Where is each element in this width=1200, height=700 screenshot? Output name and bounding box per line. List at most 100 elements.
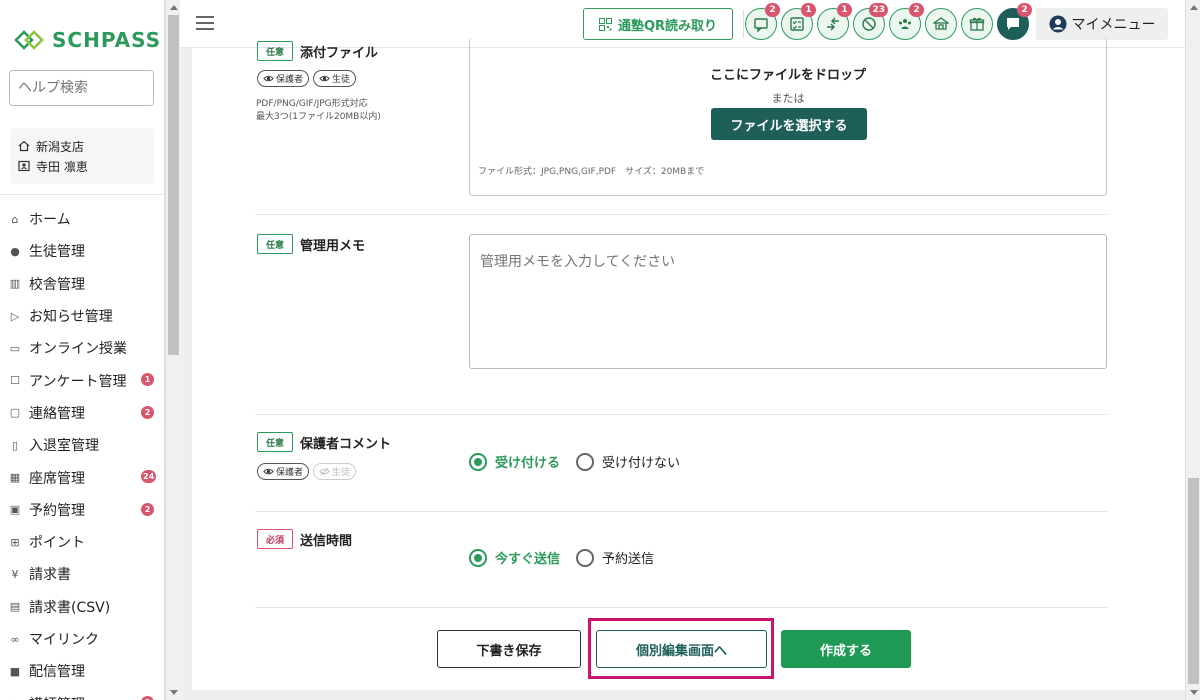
row-divider bbox=[255, 214, 1107, 215]
sidebar-item-4[interactable]: ▭ オンライン授業 bbox=[0, 332, 164, 364]
calendar-icon: ▣ bbox=[9, 503, 21, 517]
notification-badge: 1 bbox=[801, 3, 816, 17]
gift-icon: ⊞ bbox=[10, 535, 20, 549]
header-separator bbox=[743, 10, 744, 38]
monitor-icon: ▭ bbox=[9, 341, 21, 355]
student-pill-disabled: 生徒 bbox=[313, 463, 357, 480]
save-draft-button[interactable]: 下書き保存 bbox=[437, 630, 581, 668]
qr-icon bbox=[598, 17, 612, 31]
sidebar-item-0[interactable]: ⌂ ホーム bbox=[0, 203, 164, 235]
my-menu-button[interactable]: マイメニュー bbox=[1036, 8, 1168, 40]
scroll-up-arrow[interactable] bbox=[170, 5, 178, 10]
sidebar-item-label: 配信管理 bbox=[29, 664, 85, 681]
seat-icon: ▦ bbox=[9, 471, 21, 485]
sidebar-nav: ⌂ ホーム ● 生徒管理 ▥ 校舎管理 ▷ お知らせ管理 ▭ オンライン授業 ☐ アンケート管理 1 ▢ 連… bbox=[0, 203, 164, 700]
reject-comment-radio[interactable]: 受け付けない bbox=[576, 452, 680, 471]
scroll-up-arrow[interactable] bbox=[1190, 5, 1198, 10]
sidebar-item-13[interactable]: ∞ マイリンク bbox=[0, 623, 164, 655]
sidebar-item-5[interactable]: ☐ アンケート管理 1 bbox=[0, 364, 164, 396]
chat-bubble-icon[interactable]: 2 bbox=[997, 3, 1032, 40]
sidebar-item-3[interactable]: ▷ お知らせ管理 bbox=[0, 300, 164, 332]
user-name: 寺田 凛恵 bbox=[36, 159, 88, 174]
scrollbar-thumb[interactable] bbox=[1188, 478, 1199, 684]
create-button[interactable]: 作成する bbox=[781, 630, 911, 668]
send-time-label: 必須 送信時間 bbox=[257, 529, 352, 549]
gift-icon[interactable] bbox=[961, 8, 993, 40]
sidebar-item-label: ポイント bbox=[29, 535, 85, 552]
notification-badge: 23 bbox=[869, 3, 888, 17]
user-box: 新潟支店 寺田 凛恵 bbox=[10, 128, 154, 184]
account-icon bbox=[1049, 15, 1066, 33]
drop-or: または bbox=[771, 92, 805, 105]
sidebar-item-14[interactable]: ■ 配信管理 bbox=[0, 655, 164, 687]
logo-text: SCHPASS bbox=[52, 28, 162, 52]
logo[interactable]: SCHPASS bbox=[0, 0, 164, 56]
sidebar-item-2[interactable]: ▥ 校舎管理 bbox=[0, 268, 164, 300]
optional-tag: 任意 bbox=[257, 41, 293, 61]
attachment-note: PDF/PNG/GIF/JPG形式対応 最大3つ(1ファイル20MB以内) bbox=[256, 99, 381, 122]
menu-toggle-icon[interactable] bbox=[196, 16, 214, 30]
select-file-button[interactable]: ファイルを選択する bbox=[711, 108, 867, 140]
scroll-down-arrow[interactable] bbox=[170, 690, 178, 695]
scroll-down-arrow[interactable] bbox=[1190, 690, 1198, 695]
file-dropzone[interactable]: ここにファイルをドロップ または ファイルを選択する ファイル形式：JPG,PN… bbox=[469, 38, 1107, 196]
sidebar-item-6[interactable]: ▢ 連絡管理 2 bbox=[0, 397, 164, 429]
delivery-icon: ■ bbox=[9, 664, 21, 678]
eye-icon bbox=[263, 468, 274, 475]
sidebar-item-7[interactable]: ▯ 入退室管理 bbox=[0, 429, 164, 461]
sidebar-item-11[interactable]: ¥ 請求書 bbox=[0, 558, 164, 590]
home-icon: ⌂ bbox=[11, 212, 19, 226]
guardian-pill: 保護者 bbox=[257, 463, 310, 480]
sidebar-scrollbar[interactable] bbox=[165, 0, 180, 700]
scrollbar-thumb[interactable] bbox=[168, 15, 179, 355]
count-badge: 1 bbox=[141, 373, 154, 387]
sidebar-item-15[interactable]: ◆ 講師管理 2 bbox=[0, 687, 164, 700]
individual-edit-button[interactable]: 個別編集画面へ bbox=[596, 630, 767, 668]
optional-tag: 任意 bbox=[257, 432, 293, 452]
send-now-radio[interactable]: 今すぐ送信 bbox=[469, 548, 560, 567]
sidebar-item-1[interactable]: ● 生徒管理 bbox=[0, 235, 164, 267]
absence-icon[interactable]: 23 bbox=[853, 3, 888, 40]
guardian-comment-options: 受け付ける 受け付けない bbox=[469, 452, 696, 471]
yen-icon: ¥ bbox=[11, 567, 19, 581]
qr-scan-label: 通塾QR読み取り bbox=[617, 18, 718, 34]
my-menu-label: マイメニュー bbox=[1071, 17, 1156, 33]
row-divider bbox=[255, 607, 1107, 608]
qr-scan-button[interactable]: 通塾QR読み取り bbox=[583, 8, 733, 40]
logo-mark-icon bbox=[14, 30, 44, 50]
sidebar-item-label: 請求書 bbox=[29, 567, 71, 584]
sidebar-item-label: 請求書(CSV) bbox=[29, 599, 111, 616]
sidebar-item-label: オンライン授業 bbox=[29, 341, 127, 358]
accept-comment-radio[interactable]: 受け付ける bbox=[469, 452, 560, 471]
sidebar-item-10[interactable]: ⊞ ポイント bbox=[0, 526, 164, 558]
optional-tag: 任意 bbox=[257, 234, 293, 254]
sidebar-item-label: 入退室管理 bbox=[29, 438, 99, 455]
message-icon[interactable]: 2 bbox=[745, 3, 780, 40]
memo-textarea[interactable] bbox=[469, 234, 1107, 369]
guardian-comment-title: 保護者コメント bbox=[300, 436, 392, 452]
checklist-icon[interactable]: 1 bbox=[781, 3, 816, 40]
group-icon[interactable]: 2 bbox=[889, 3, 924, 40]
home-icon bbox=[18, 140, 30, 152]
help-search-input[interactable] bbox=[9, 70, 154, 106]
sidebar-item-12[interactable]: ▤ 請求書(CSV) bbox=[0, 591, 164, 623]
sidebar: SCHPASS 新潟支店 寺田 凛恵 ⌂ ホーム ● 生徒管理 ▥ 校舎管理 ▷ お知らせ管理… bbox=[0, 0, 165, 700]
sidebar-item-label: 校舎管理 bbox=[29, 276, 85, 293]
sidebar-item-label: 講師管理 bbox=[29, 694, 85, 700]
guardian-comment-visibility: 保護者 生徒 bbox=[257, 463, 357, 480]
memo-label: 任意 管理用メモ bbox=[257, 234, 365, 254]
branch-row: 新潟支店 bbox=[18, 136, 146, 156]
school-icon[interactable] bbox=[925, 8, 957, 40]
sidebar-item-label: 連絡管理 bbox=[29, 405, 85, 422]
memo-title: 管理用メモ bbox=[300, 238, 366, 254]
sidebar-item-8[interactable]: ▦ 座席管理 24 bbox=[0, 461, 164, 493]
eye-icon bbox=[319, 75, 330, 82]
schedule-send-radio[interactable]: 予約送信 bbox=[576, 548, 654, 567]
sidebar-item-9[interactable]: ▣ 予約管理 2 bbox=[0, 494, 164, 526]
main-scrollbar[interactable] bbox=[1185, 0, 1200, 700]
count-badge: 24 bbox=[141, 470, 157, 484]
transfer-icon[interactable]: 1 bbox=[817, 3, 852, 40]
count-badge: 2 bbox=[141, 502, 154, 516]
link-icon: ∞ bbox=[10, 632, 20, 646]
send-icon: ▷ bbox=[10, 309, 20, 323]
